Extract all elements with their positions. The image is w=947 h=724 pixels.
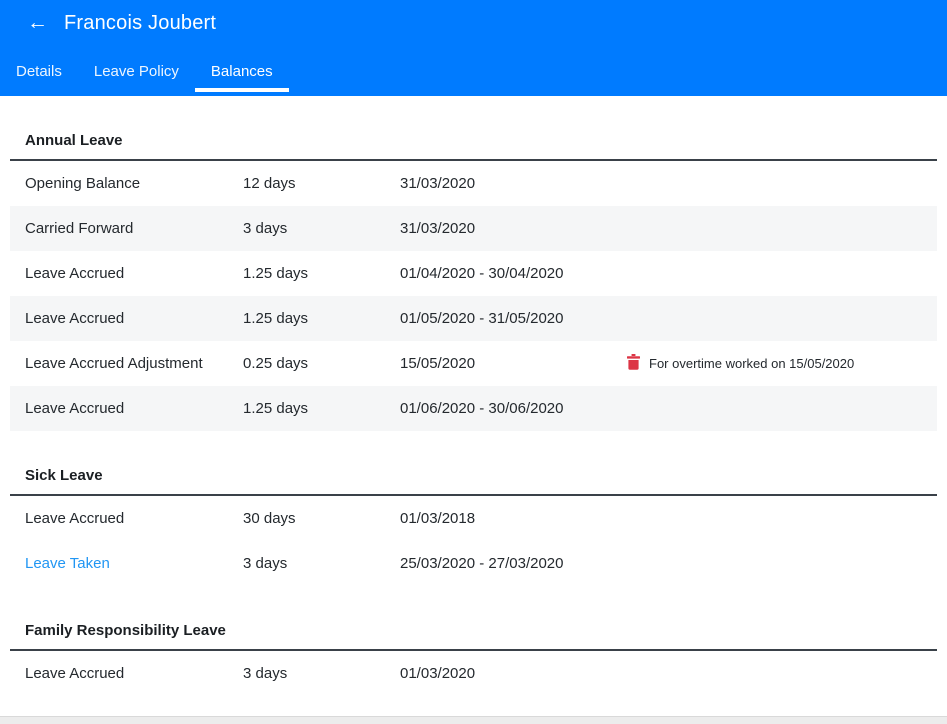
arrow-left-icon: ←: [27, 11, 48, 34]
adjustment-note: For overtime worked on 15/05/2020: [649, 356, 854, 371]
row-label: Leave Accrued: [10, 400, 243, 417]
leave-taken-link[interactable]: Leave Taken: [25, 555, 110, 572]
table-row: Leave Accrued 30 days 01/03/2018: [10, 496, 937, 541]
row-label: Leave Accrued: [10, 510, 243, 527]
tab-balances[interactable]: Balances: [195, 54, 289, 92]
row-dates: 31/03/2020: [400, 220, 626, 237]
row-note: For overtime worked on 15/05/2020: [626, 354, 937, 373]
horizontal-scrollbar[interactable]: [0, 716, 947, 724]
table-row: Leave Accrued 1.25 days 01/05/2020 - 31/…: [10, 296, 937, 341]
row-dates: 01/05/2020 - 31/05/2020: [400, 310, 626, 327]
section-sick-leave: Sick Leave Leave Accrued 30 days 01/03/2…: [10, 467, 937, 586]
table-row: Leave Taken 3 days 25/03/2020 - 27/03/20…: [10, 541, 937, 586]
row-label: Opening Balance: [10, 175, 243, 192]
trash-icon: [626, 354, 641, 373]
back-button[interactable]: ←: [27, 12, 48, 34]
row-amount: 1.25 days: [243, 400, 400, 417]
section-title: Family Responsibility Leave: [10, 622, 937, 651]
row-dates: 01/06/2020 - 30/06/2020: [400, 400, 626, 417]
section-annual-leave: Annual Leave Opening Balance 12 days 31/…: [10, 132, 937, 431]
section-title: Sick Leave: [10, 467, 937, 496]
table-row: Opening Balance 12 days 31/03/2020: [10, 161, 937, 206]
row-amount: 3 days: [243, 555, 400, 572]
row-label: Leave Taken: [10, 555, 243, 572]
row-label: Carried Forward: [10, 220, 243, 237]
section-family-responsibility-leave: Family Responsibility Leave Leave Accrue…: [10, 622, 937, 696]
row-label: Leave Accrued: [10, 265, 243, 282]
delete-adjustment-button[interactable]: [626, 354, 641, 373]
table-row: Carried Forward 3 days 31/03/2020: [10, 206, 937, 251]
table-row-adjustment: Leave Accrued Adjustment 0.25 days 15/05…: [10, 341, 937, 386]
row-amount: 3 days: [243, 665, 400, 682]
row-amount: 30 days: [243, 510, 400, 527]
row-amount: 1.25 days: [243, 310, 400, 327]
table-row: Leave Accrued 1.25 days 01/06/2020 - 30/…: [10, 386, 937, 431]
row-label: Leave Accrued Adjustment: [10, 355, 243, 372]
row-amount: 1.25 days: [243, 265, 400, 282]
row-dates: 15/05/2020: [400, 355, 626, 372]
section-title: Annual Leave: [10, 132, 937, 161]
row-amount: 3 days: [243, 220, 400, 237]
tab-bar: Details Leave Policy Balances: [0, 54, 289, 92]
tab-leave-policy[interactable]: Leave Policy: [78, 54, 195, 92]
table-row: Leave Accrued 1.25 days 01/04/2020 - 30/…: [10, 251, 937, 296]
row-dates: 01/03/2020: [400, 665, 626, 682]
row-dates: 25/03/2020 - 27/03/2020: [400, 555, 626, 572]
page-title: Francois Joubert: [64, 12, 216, 35]
row-dates: 01/03/2018: [400, 510, 626, 527]
app-header: ← Francois Joubert Details Leave Policy …: [0, 0, 947, 96]
header-top-bar: ← Francois Joubert: [0, 0, 947, 36]
row-amount: 12 days: [243, 175, 400, 192]
table-row: Leave Accrued 3 days 01/03/2020: [10, 651, 937, 696]
row-amount: 0.25 days: [243, 355, 400, 372]
tab-details[interactable]: Details: [0, 54, 78, 92]
balances-content: Annual Leave Opening Balance 12 days 31/…: [0, 132, 947, 696]
row-label: Leave Accrued: [10, 310, 243, 327]
employee-balances-page: ← Francois Joubert Details Leave Policy …: [0, 0, 947, 724]
row-dates: 01/04/2020 - 30/04/2020: [400, 265, 626, 282]
row-label: Leave Accrued: [10, 665, 243, 682]
row-dates: 31/03/2020: [400, 175, 626, 192]
